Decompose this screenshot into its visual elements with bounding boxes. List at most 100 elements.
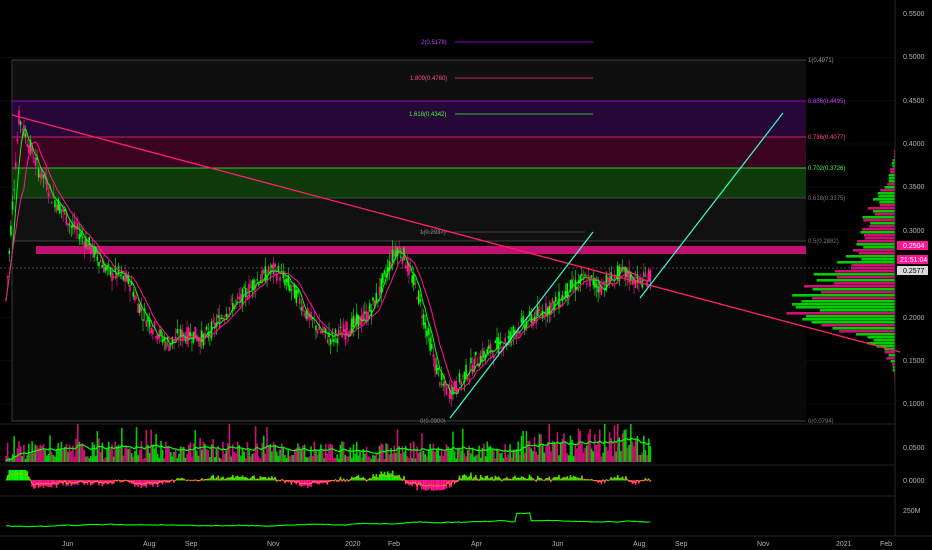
- volume-bar: [563, 433, 565, 462]
- volume-bar: [184, 457, 187, 462]
- volume-bar: [396, 429, 399, 462]
- volume-profile-bar: [886, 357, 895, 360]
- volume-profile-bar: [836, 276, 895, 279]
- volume-bar: [320, 444, 322, 462]
- volume-bar: [313, 441, 316, 462]
- candle-body: [545, 303, 547, 317]
- fib-label-1: 1(0.4971): [808, 58, 834, 64]
- volume-bar: [306, 457, 309, 462]
- volume-bar: [235, 453, 237, 462]
- candle-body: [641, 284, 644, 288]
- candle-body: [169, 344, 172, 346]
- volume-bar: [34, 444, 37, 462]
- volume-bar: [256, 443, 259, 462]
- candle-body: [200, 330, 203, 343]
- candle-body: [176, 329, 179, 334]
- volume-bar: [308, 456, 311, 462]
- volume-bar: [73, 456, 76, 462]
- volume-bar: [647, 438, 650, 462]
- macd-bar: [437, 480, 440, 490]
- volume-bar: [545, 446, 547, 462]
- macd-bar: [434, 480, 436, 491]
- price-axis-label: 0.2000: [903, 315, 925, 322]
- candle-body: [101, 264, 104, 268]
- volume-bar: [176, 458, 179, 462]
- macd-bar: [424, 480, 427, 491]
- volume-bar: [186, 453, 188, 462]
- volume-bar: [169, 452, 172, 462]
- candle-body: [419, 299, 422, 302]
- time-axis-label: 2020: [345, 541, 361, 548]
- volume-bar: [207, 450, 210, 462]
- candle-body: [342, 324, 345, 333]
- volume-bar: [616, 424, 619, 462]
- macd-bar: [554, 477, 557, 481]
- volume-bar: [375, 453, 378, 462]
- volume-bar: [419, 451, 422, 462]
- volume-profile-bar: [850, 267, 895, 270]
- macd-bar: [442, 480, 444, 491]
- volume-profile-bar: [792, 294, 895, 297]
- volume-bar: [414, 458, 417, 462]
- candle-body: [271, 265, 273, 268]
- candle-body: [421, 315, 423, 318]
- candle-body: [364, 311, 366, 314]
- volume-bar: [173, 451, 175, 462]
- volume-bar: [541, 444, 544, 462]
- candle-body: [548, 305, 551, 315]
- volume-profile-bar: [852, 249, 895, 252]
- volume-bar: [354, 453, 356, 462]
- volume-bar: [329, 443, 332, 462]
- candle-body: [538, 309, 541, 311]
- macd-bar: [435, 480, 438, 491]
- volume-bar: [155, 434, 157, 462]
- volume-bar: [373, 455, 376, 462]
- volume-bar: [114, 441, 117, 462]
- volume-bar: [634, 438, 637, 462]
- candle-body: [145, 320, 148, 327]
- candle-body: [434, 358, 436, 371]
- macd-axis-label: 0.0000: [903, 478, 925, 485]
- candle-body: [399, 256, 402, 258]
- volume-bar: [140, 441, 143, 462]
- candle-body: [628, 269, 630, 283]
- volume-bar: [558, 455, 560, 462]
- volume-bar: [240, 455, 242, 462]
- volume-bar: [646, 455, 648, 462]
- candle-body: [26, 143, 29, 147]
- volume-bar: [424, 454, 427, 462]
- macd-bar: [10, 470, 12, 481]
- candle-body: [300, 307, 303, 311]
- volume-bar: [156, 453, 159, 462]
- volume-bar: [222, 441, 224, 462]
- price-axis-label: 0.1000: [903, 401, 925, 408]
- volume-profile-bar: [862, 216, 895, 219]
- volume-bar: [171, 456, 174, 462]
- macd-bar: [262, 477, 265, 481]
- volume-bar: [86, 455, 89, 462]
- price-chart[interactable]: 1(0.4971) 0.886(0.4495) 0.786(0.4077) 0.…: [0, 0, 932, 550]
- volume-bar: [302, 445, 304, 462]
- volume-bar: [76, 424, 79, 462]
- volume-bar: [26, 455, 29, 462]
- candle-body: [47, 192, 50, 197]
- candle-body: [13, 189, 15, 191]
- fib-label-786: 0.786(0.4077): [808, 135, 845, 141]
- macd-bar: [440, 480, 443, 490]
- volume-profile-bar: [862, 228, 895, 231]
- volume-bar: [200, 449, 203, 462]
- volume-bar: [621, 433, 624, 462]
- candle-body: [230, 299, 232, 301]
- candle-body: [466, 376, 469, 380]
- volume-bar: [328, 444, 330, 462]
- volume-bar: [137, 455, 139, 462]
- volume-profile-bar: [888, 180, 895, 183]
- volume-bar: [168, 446, 170, 462]
- volume-profile-bar: [890, 171, 895, 174]
- volume-bar: [393, 445, 396, 462]
- volume-bar: [148, 453, 151, 462]
- candle-body: [422, 314, 425, 326]
- candle-body: [236, 296, 239, 299]
- volume-bar: [579, 431, 582, 462]
- time-axis-label: Nov: [267, 541, 280, 548]
